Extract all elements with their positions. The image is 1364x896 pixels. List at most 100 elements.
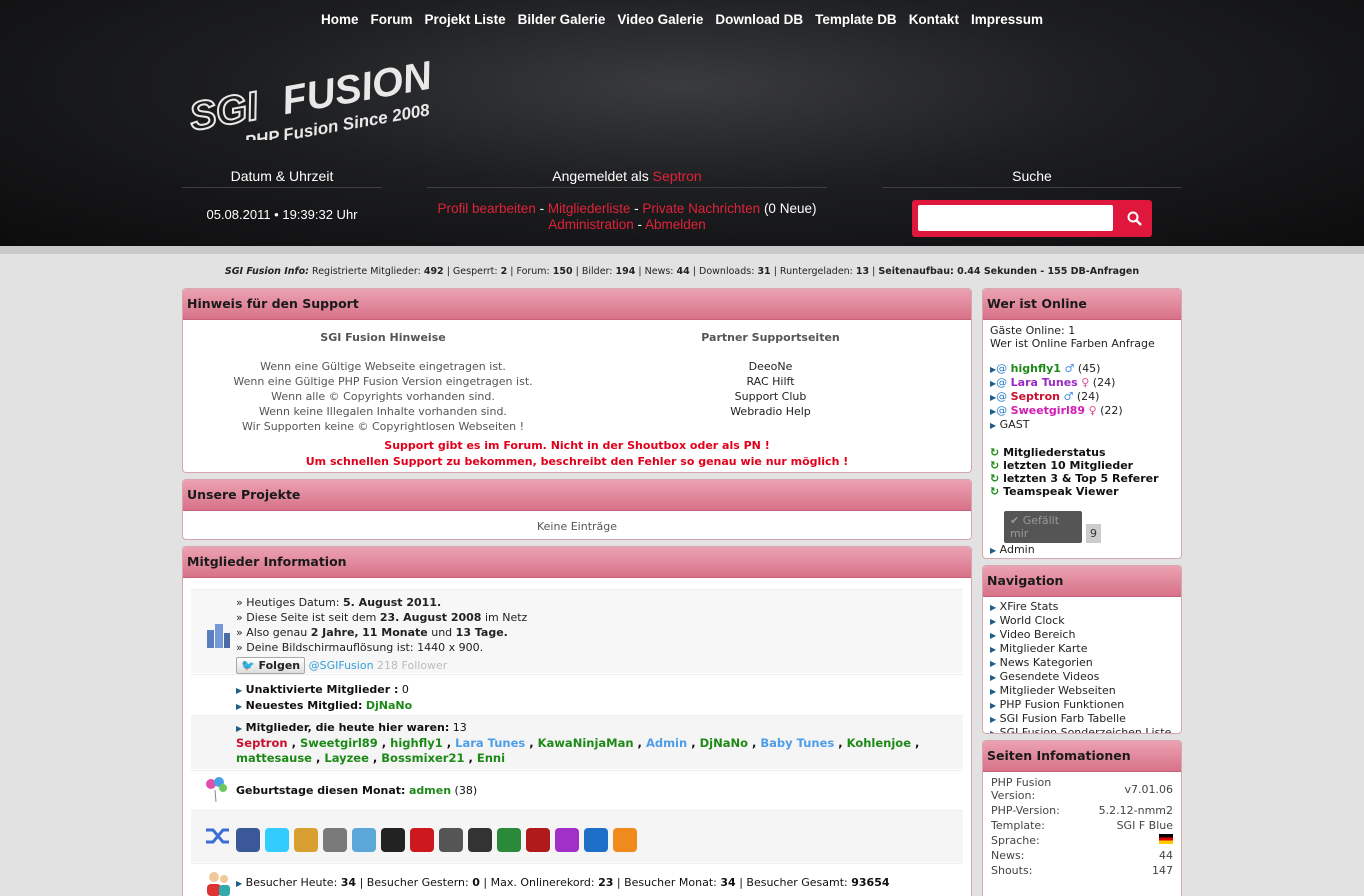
newest-member-link[interactable]: DjNaNo xyxy=(366,699,412,712)
partner-link[interactable]: DeeoNe xyxy=(583,359,958,374)
member-link[interactable]: highfly1 xyxy=(390,736,443,750)
member-link[interactable]: DjNaNo xyxy=(700,736,748,750)
admin-link[interactable]: Administration xyxy=(548,217,634,232)
member-link[interactable]: Layzee xyxy=(324,751,369,765)
online-user[interactable]: Lara Tunes xyxy=(1011,376,1078,389)
pm-count: (0 Neue) xyxy=(763,201,817,216)
stripes-icon[interactable] xyxy=(439,828,463,852)
youtube-icon[interactable] xyxy=(410,828,434,852)
date-value: 05.08.2011 • 19:39:32 Uhr xyxy=(206,207,358,222)
twitter-bird-icon: 🐦 xyxy=(241,659,255,672)
nav-impressum[interactable]: Impressum xyxy=(971,12,1043,27)
bookmark-icon[interactable] xyxy=(294,828,318,852)
member-link[interactable]: Admin xyxy=(646,736,687,750)
nav-item[interactable]: SGI Fusion Sonderzeichen Liste xyxy=(1000,726,1172,733)
search-input[interactable] xyxy=(918,205,1113,231)
twitter-handle[interactable]: @SGIFusion xyxy=(309,659,374,672)
navigation-title: Navigation xyxy=(983,566,1181,597)
search-box: Suche xyxy=(882,168,1182,188)
users-icon xyxy=(207,872,230,896)
nav-item[interactable]: Video Bereich xyxy=(1000,628,1076,641)
members-title: Mitglieder Information xyxy=(183,547,971,578)
nav-item[interactable]: News Kategorien xyxy=(1000,656,1093,669)
projects-title: Unsere Projekte xyxy=(183,480,971,511)
nav-forum[interactable]: Forum xyxy=(371,12,413,27)
nav-item[interactable]: Mitglieder Webseiten xyxy=(1000,684,1116,697)
main-nav: Home Forum Projekt Liste Bilder Galerie Vide… xyxy=(0,12,1364,27)
like-button[interactable]: ✔ Gefällt mir xyxy=(1004,511,1082,543)
music-icon[interactable] xyxy=(555,828,579,852)
member-link[interactable]: Septron xyxy=(236,736,288,750)
member-link[interactable]: Lara Tunes xyxy=(455,736,525,750)
nav-home[interactable]: Home xyxy=(321,12,359,27)
twitter-follow-button[interactable]: 🐦 Folgen xyxy=(236,657,306,674)
nav-download-db[interactable]: Download DB xyxy=(715,12,803,27)
facebook-icon[interactable] xyxy=(236,828,260,852)
login-box: Angemeldet als Septron Profil bearbeiten… xyxy=(427,168,827,233)
support-warning: Support gibt es im Forum. Nicht in der S… xyxy=(384,439,770,452)
projects-empty: Keine Einträge xyxy=(536,520,618,533)
twitter-icon[interactable] xyxy=(265,828,289,852)
profile-link[interactable]: Profil bearbeiten xyxy=(438,201,536,216)
admin-online-link[interactable]: Admin xyxy=(1000,543,1035,556)
online-title: Wer ist Online xyxy=(983,289,1181,320)
member-link[interactable]: Bossmixer21 xyxy=(381,751,464,765)
nav-kontakt[interactable]: Kontakt xyxy=(909,12,959,27)
online-link[interactable]: letzten 3 & Top 5 Referer xyxy=(1003,472,1158,485)
share-icon[interactable] xyxy=(352,828,376,852)
partner-link[interactable]: Webradio Help xyxy=(583,404,958,419)
online-user[interactable]: Sweetgirl89 xyxy=(1011,404,1085,417)
pm-link[interactable]: Private Nachrichten xyxy=(642,201,760,216)
nav-item[interactable]: XFire Stats xyxy=(1000,600,1059,613)
balloons-icon xyxy=(206,777,227,803)
partner-link[interactable]: RAC Hilft xyxy=(583,374,958,389)
member-link[interactable]: Sweetgirl89 xyxy=(300,736,378,750)
nav-bilder-galerie[interactable]: Bilder Galerie xyxy=(518,12,606,27)
nav-item[interactable]: Mitglieder Karte xyxy=(1000,642,1088,655)
projects-panel: Unsere Projekte Keine Einträge xyxy=(182,479,972,540)
german-flag-icon xyxy=(1159,834,1173,844)
search-icon[interactable] xyxy=(1126,210,1144,228)
xfire-icon[interactable] xyxy=(468,828,492,852)
members-panel: Mitglieder Information » Heutiges Datum:… xyxy=(182,546,972,896)
online-user[interactable]: Septron xyxy=(1011,390,1060,403)
member-link[interactable]: Enni xyxy=(477,751,505,765)
logout-link[interactable]: Abmelden xyxy=(645,217,706,232)
download-icon[interactable] xyxy=(497,828,521,852)
online-link[interactable]: Mitgliederstatus xyxy=(1003,446,1105,459)
nav-projekt-liste[interactable]: Projekt Liste xyxy=(425,12,506,27)
colors-request-link[interactable]: Anfrage xyxy=(1111,337,1154,350)
refresh-icon: ↻ xyxy=(990,446,1000,459)
rss-icon[interactable] xyxy=(613,828,637,852)
nav-item[interactable]: Gesendete Videos xyxy=(1000,670,1100,683)
online-user[interactable]: highfly1 xyxy=(1011,362,1061,375)
support-col1-title: SGI Fusion Hinweise xyxy=(320,331,446,344)
memberlist-link[interactable]: Mitgliederliste xyxy=(548,201,631,216)
nav-template-db[interactable]: Template DB xyxy=(815,12,897,27)
nav-item[interactable]: SGI Fusion Farb Tabelle xyxy=(1000,712,1126,725)
nav-video-galerie[interactable]: Video Galerie xyxy=(617,12,703,27)
shuffle-icon xyxy=(206,828,229,844)
member-link[interactable]: KawaNinjaMan xyxy=(538,736,634,750)
support-warning: Um schnellen Support zu bekommen, beschr… xyxy=(305,455,849,468)
steam-icon[interactable] xyxy=(381,828,405,852)
online-link[interactable]: Teamspeak Viewer xyxy=(1003,485,1118,498)
member-link[interactable]: Kohlenjoe xyxy=(847,736,911,750)
gear-icon[interactable] xyxy=(323,828,347,852)
partner-link[interactable]: Support Club xyxy=(583,389,958,404)
support-col2-title: Partner Supportseiten xyxy=(701,331,840,344)
member-link[interactable]: Baby Tunes xyxy=(760,736,834,750)
online-link[interactable]: letzten 10 Mitglieder xyxy=(1003,459,1133,472)
nav-item[interactable]: PHP Fusion Funktionen xyxy=(1000,698,1125,711)
support-title: Hinweis für den Support xyxy=(183,289,971,320)
refresh-icon: ↻ xyxy=(990,459,1000,472)
game-icon[interactable] xyxy=(526,828,550,852)
building-icon xyxy=(207,624,230,648)
nav-item[interactable]: World Clock xyxy=(1000,614,1065,627)
login-user[interactable]: Septron xyxy=(653,168,702,184)
site-logo[interactable]: SGI FUSION PHP Fusion Since 2008 xyxy=(186,50,476,140)
member-link[interactable]: mattesause xyxy=(236,751,312,765)
date-box: Datum & Uhrzeit 05.08.2011 • 19:39:32 Uh… xyxy=(182,168,382,222)
birthday-user-link[interactable]: admen xyxy=(409,784,451,797)
globe-icon[interactable] xyxy=(584,828,608,852)
